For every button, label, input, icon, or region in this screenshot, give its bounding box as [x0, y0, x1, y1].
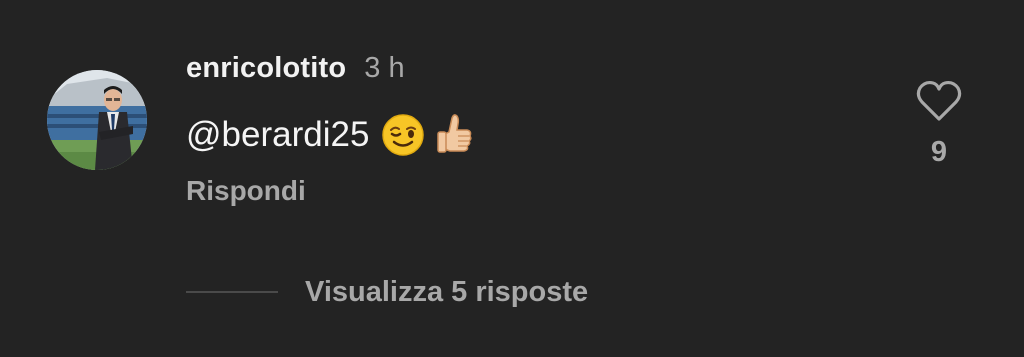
timestamp: 3 h: [364, 52, 405, 84]
heart-icon[interactable]: [916, 80, 962, 122]
comment-header: enricolotito 3 h: [186, 52, 405, 92]
view-replies-button[interactable]: Visualizza 5 risposte: [186, 272, 588, 312]
reply-button[interactable]: Rispondi: [186, 175, 306, 207]
view-replies-label: Visualizza 5 risposte: [305, 275, 589, 308]
comment-item: enricolotito 3 h @berardi25 Rispondi 9 V…: [0, 0, 1024, 357]
thumbs-up-emoji: [437, 112, 473, 158]
comment-body: @berardi25: [186, 110, 473, 160]
like-section: 9: [913, 80, 965, 169]
winking-face-emoji: [381, 113, 425, 157]
avatar-photo: [47, 70, 147, 170]
replies-divider: [186, 291, 278, 293]
like-count: 9: [930, 136, 948, 168]
username[interactable]: enricolotito: [186, 52, 346, 85]
avatar[interactable]: [47, 70, 147, 170]
mention-link[interactable]: @berardi25: [186, 115, 369, 155]
